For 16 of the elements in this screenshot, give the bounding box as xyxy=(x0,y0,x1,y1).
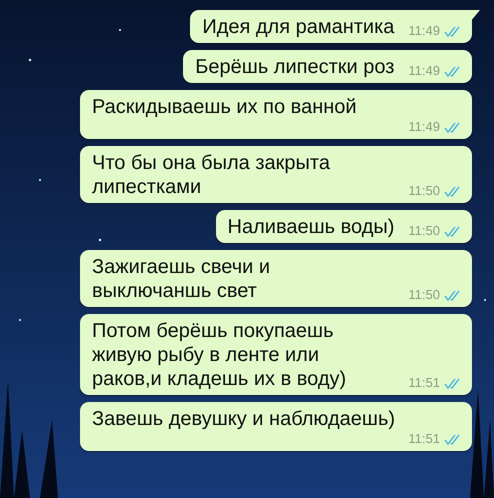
message-time: 11:49 xyxy=(408,23,440,39)
message-text: Потом берёшь покупаешь живую рыбу в ленте или раков,и кладешь их в воду) xyxy=(92,319,348,391)
message-text: Раскидываешь их по ванной xyxy=(92,96,357,118)
message-text: Берёшь липестки роз xyxy=(195,55,394,79)
message-text: Зажигаешь свечи и выключаншь свет xyxy=(92,255,272,303)
message-text: Идея для рамантика xyxy=(202,15,394,39)
message-time: 11:50 xyxy=(408,223,440,239)
message-text: Что бы она была закрыта липестками xyxy=(92,151,331,199)
message-text: Наливаешь воды) xyxy=(228,215,394,239)
message-time: 11:50 xyxy=(408,183,440,199)
message-time: 11:51 xyxy=(408,375,440,391)
message-time: 11:51 xyxy=(408,431,440,447)
message-time: 11:50 xyxy=(408,287,440,303)
message-time: 11:49 xyxy=(408,63,440,79)
message-text: Завешь девушку и наблюдаешь) xyxy=(92,408,396,430)
message-time: 11:49 xyxy=(408,119,440,135)
